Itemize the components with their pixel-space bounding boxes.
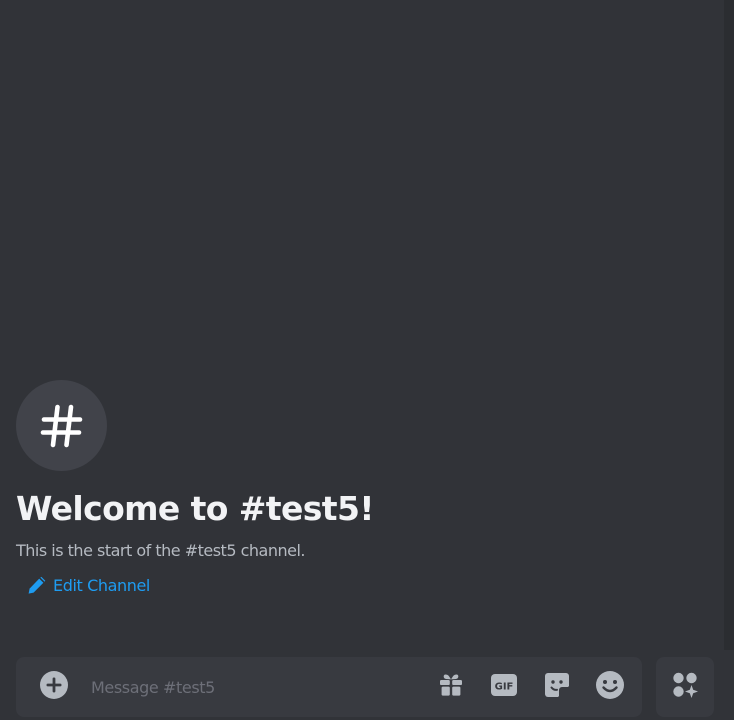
emoji-icon xyxy=(595,670,625,704)
pencil-icon xyxy=(26,576,46,596)
hash-icon xyxy=(38,402,86,450)
sticker-icon xyxy=(543,671,571,703)
chat-view: Welcome to #test5! This is the start of … xyxy=(0,0,734,720)
gif-icon-label: GIF xyxy=(495,682,514,693)
welcome-subtitle: This is the start of the #test5 channel. xyxy=(16,541,306,560)
gift-button[interactable] xyxy=(435,671,467,703)
composer-actions: GIF xyxy=(414,671,626,703)
apps-button[interactable] xyxy=(656,657,714,717)
scrollbar-track[interactable] xyxy=(724,0,734,650)
emoji-button[interactable] xyxy=(594,671,626,703)
welcome-title: Welcome to #test5! xyxy=(16,489,374,528)
upload-button[interactable] xyxy=(39,670,69,704)
plus-circle-icon xyxy=(39,670,69,704)
gif-button[interactable]: GIF xyxy=(488,671,520,703)
gift-icon xyxy=(437,671,465,703)
message-input[interactable] xyxy=(91,672,414,702)
gif-icon: GIF xyxy=(490,671,518,703)
channel-hash-badge xyxy=(16,380,107,471)
apps-icon xyxy=(670,670,700,704)
edit-channel-label: Edit Channel xyxy=(53,576,150,595)
edit-channel-link[interactable]: Edit Channel xyxy=(26,576,150,596)
message-composer: GIF xyxy=(16,657,642,717)
sticker-button[interactable] xyxy=(541,671,573,703)
channel-welcome: Welcome to #test5! This is the start of … xyxy=(16,380,676,600)
